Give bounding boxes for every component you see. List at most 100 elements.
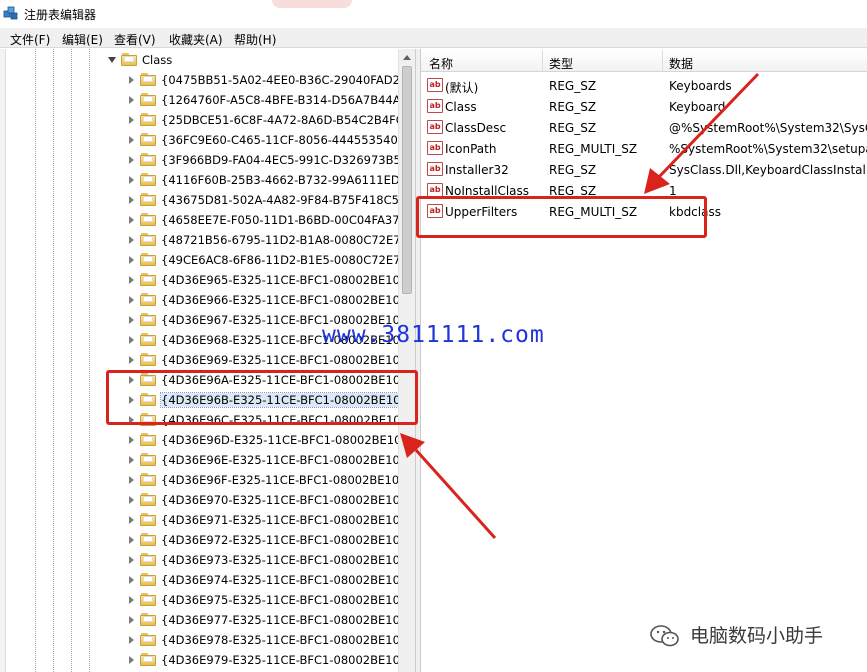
folder-icon — [140, 93, 156, 106]
tree-item[interactable]: {4D36E969-E325-11CE-BFC1-08002BE103 — [0, 350, 407, 370]
value-row[interactable]: ab (默认) REG_SZ Keyboards — [421, 75, 867, 96]
string-value-icon: ab — [427, 78, 443, 92]
tree-item[interactable]: {4D36E96E-E325-11CE-BFC1-08002BE103 — [0, 450, 407, 470]
tree-item-label: {4D36E975-E325-11CE-BFC1-08002BE103 — [161, 593, 408, 607]
expand-arrow-icon[interactable] — [129, 136, 134, 144]
tree-item[interactable]: {4D36E970-E325-11CE-BFC1-08002BE103 — [0, 490, 407, 510]
expand-arrow-icon[interactable] — [129, 456, 134, 464]
expand-arrow-icon[interactable] — [129, 236, 134, 244]
string-value-icon: ab — [427, 99, 443, 113]
value-data: SysClass.Dll,KeyboardClassInstalle — [669, 163, 867, 177]
expand-arrow-icon[interactable] — [129, 176, 134, 184]
tree-item[interactable]: {4D36E974-E325-11CE-BFC1-08002BE103 — [0, 570, 407, 590]
tree-item[interactable]: {4658EE7E-F050-11D1-B6BD-00C04FA372 — [0, 210, 407, 230]
scroll-up-icon[interactable] — [403, 55, 411, 60]
expand-arrow-icon[interactable] — [129, 536, 134, 544]
folder-icon — [140, 493, 156, 506]
expand-arrow-icon[interactable] — [129, 216, 134, 224]
tree-item[interactable]: {4D36E978-E325-11CE-BFC1-08002BE103 — [0, 630, 407, 650]
folder-icon — [140, 353, 156, 366]
tree-item[interactable]: {4D36E96F-E325-11CE-BFC1-08002BE103 — [0, 470, 407, 490]
folder-icon — [140, 313, 156, 326]
tree-item[interactable]: {4D36E972-E325-11CE-BFC1-08002BE103 — [0, 530, 407, 550]
column-type[interactable]: 类型 — [549, 55, 573, 72]
tree-item[interactable]: {25DBCE51-6C8F-4A72-8A6D-B54C2B4FC — [0, 110, 404, 130]
tree-item[interactable]: {4D36E96D-E325-11CE-BFC1-08002BE10 — [0, 430, 401, 450]
value-row[interactable]: ab ClassDesc REG_SZ @%SystemRoot%\System32\… — [421, 117, 867, 138]
value-row[interactable]: ab Installer32 REG_SZ SysClass.Dll,Keyboard… — [421, 159, 867, 180]
expand-arrow-icon[interactable] — [129, 256, 134, 264]
tree-item[interactable]: {48721B56-6795-11D2-B1A8-0080C72E74 — [0, 230, 408, 250]
tree-item-label: {3F966BD9-FA04-4EC5-991C-D326973B51 — [161, 153, 409, 167]
tree-item[interactable]: {1264760F-A5C8-4BFE-B314-D56A7B44A — [0, 90, 401, 110]
expand-arrow-icon[interactable] — [129, 656, 134, 664]
tree-item[interactable]: {4D36E973-E325-11CE-BFC1-08002BE103 — [0, 550, 407, 570]
tree-item[interactable]: {3F966BD9-FA04-4EC5-991C-D326973B51 — [0, 150, 408, 170]
tree-item-label: {4116F60B-25B3-4662-B732-99A6111EDC — [161, 173, 408, 187]
folder-icon — [140, 573, 156, 586]
value-row[interactable]: ab IconPath REG_MULTI_SZ %SystemRoot%\Syste… — [421, 138, 867, 159]
tree-scrollbar[interactable] — [398, 49, 415, 672]
menu-help[interactable]: 帮助(H) — [234, 31, 276, 48]
value-row[interactable]: ab Class REG_SZ Keyboard — [421, 96, 867, 117]
expand-arrow-icon[interactable] — [129, 356, 134, 364]
expand-arrow-icon[interactable] — [129, 556, 134, 564]
column-data[interactable]: 数据 — [669, 55, 693, 72]
menu-edit[interactable]: 编辑(E) — [62, 31, 103, 48]
expand-arrow-icon[interactable] — [129, 636, 134, 644]
column-divider[interactable] — [542, 50, 543, 72]
folder-icon — [140, 133, 156, 146]
expand-arrow-icon[interactable] — [129, 76, 134, 84]
menu-file[interactable]: 文件(F) — [10, 31, 50, 48]
folder-icon — [140, 453, 156, 466]
expand-arrow-icon[interactable] — [129, 116, 134, 124]
value-name: IconPath — [445, 142, 497, 156]
value-type: REG_SZ — [549, 100, 597, 114]
expand-arrow-icon[interactable] — [129, 516, 134, 524]
tree-item[interactable]: {4D36E971-E325-11CE-BFC1-08002BE103 — [0, 510, 407, 530]
tree-item[interactable]: {43675D81-502A-4A82-9F84-B75F418C5D — [0, 190, 408, 210]
column-divider[interactable] — [662, 50, 663, 72]
tree-item[interactable]: {0475BB51-5A02-4EE0-B36C-29040FAD2 — [0, 70, 400, 90]
tree-item[interactable]: {4D36E975-E325-11CE-BFC1-08002BE103 — [0, 590, 407, 610]
tree-item-class[interactable]: Class — [0, 50, 398, 70]
menu-view[interactable]: 查看(V) — [114, 31, 156, 48]
tree-item[interactable]: {4D36E979-E325-11CE-BFC1-08002BE103 — [0, 650, 407, 670]
tree-item[interactable]: {4D36E977-E325-11CE-BFC1-08002BE103 — [0, 610, 407, 630]
tree-item-label: {4D36E970-E325-11CE-BFC1-08002BE103 — [161, 493, 408, 507]
tree-item[interactable]: {4116F60B-25B3-4662-B732-99A6111EDC — [0, 170, 408, 190]
tree-item[interactable]: {36FC9E60-C465-11CF-8056-4445535400 — [0, 130, 405, 150]
tree-item-label: {49CE6AC8-6F86-11D2-B1E5-0080C72E74 — [161, 253, 408, 267]
collapse-arrow-icon[interactable] — [108, 57, 116, 63]
tree-item-label: {4D36E966-E325-11CE-BFC1-08002BE103 — [161, 293, 408, 307]
expand-arrow-icon[interactable] — [129, 576, 134, 584]
folder-icon — [140, 433, 156, 446]
expand-arrow-icon[interactable] — [129, 96, 134, 104]
tree-item[interactable]: {4D36E965-E325-11CE-BFC1-08002BE103 — [0, 270, 407, 290]
expand-arrow-icon[interactable] — [129, 616, 134, 624]
expand-arrow-icon[interactable] — [129, 156, 134, 164]
expand-arrow-icon[interactable] — [129, 276, 134, 284]
scrollbar-thumb[interactable] — [402, 66, 412, 294]
expand-arrow-icon[interactable] — [129, 596, 134, 604]
tree-item[interactable]: {4D36E966-E325-11CE-BFC1-08002BE103 — [0, 290, 407, 310]
tree-item[interactable]: {49CE6AC8-6F86-11D2-B1E5-0080C72E74 — [0, 250, 408, 270]
expand-arrow-icon[interactable] — [129, 336, 134, 344]
expand-arrow-icon[interactable] — [129, 196, 134, 204]
folder-icon — [140, 273, 156, 286]
tree-item-label: {4D36E96E-E325-11CE-BFC1-08002BE103 — [161, 453, 408, 467]
expand-arrow-icon[interactable] — [129, 316, 134, 324]
expand-arrow-icon[interactable] — [129, 476, 134, 484]
wechat-icon — [650, 625, 679, 647]
key-tree-pane[interactable]: Class {0475BB51-5A02-4EE0-B36C-29040FAD2… — [0, 49, 416, 672]
column-name[interactable]: 名称 — [429, 55, 453, 72]
values-pane[interactable]: 名称 类型 数据 ab (默认) REG_SZ Keyboards ab Class REG… — [420, 49, 867, 672]
folder-icon — [140, 633, 156, 646]
expand-arrow-icon[interactable] — [129, 296, 134, 304]
menu-favorites[interactable]: 收藏夹(A) — [169, 31, 223, 48]
expand-arrow-icon[interactable] — [129, 436, 134, 444]
expand-arrow-icon[interactable] — [129, 496, 134, 504]
value-data: Keyboard — [669, 100, 726, 114]
string-value-icon: ab — [427, 162, 443, 176]
tree-item-label: {4D36E965-E325-11CE-BFC1-08002BE103 — [161, 273, 408, 287]
